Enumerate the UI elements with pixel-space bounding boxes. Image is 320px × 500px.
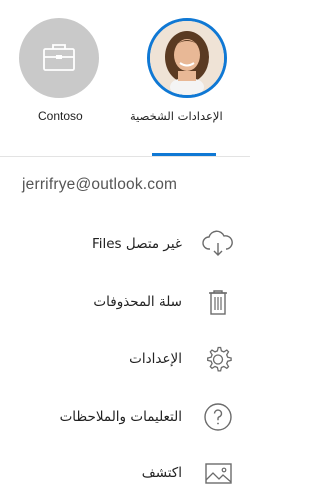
account-email: jerrifrye@outlook.com (22, 176, 178, 193)
briefcase-avatar (19, 18, 99, 98)
account-name: Contoso (38, 109, 83, 123)
account-contoso[interactable]: Contoso (19, 18, 109, 158)
menu-item-label: غير متصل Files (91, 236, 182, 252)
help-icon (201, 400, 235, 434)
account-name: الإعدادات الشخصية (130, 109, 223, 123)
divider (0, 156, 250, 157)
menu-item-discover[interactable]: اكتشف (0, 453, 250, 493)
menu-item-label: الإعدادات (129, 351, 182, 367)
menu-item-settings[interactable]: الإعدادات (0, 339, 250, 379)
menu-item-label: اكتشف (141, 465, 182, 481)
cloud-download-icon (201, 227, 235, 261)
image-icon (201, 456, 235, 490)
avatar (147, 18, 227, 98)
user-photo (150, 21, 224, 95)
account-personal[interactable]: الإعدادات الشخصية (130, 18, 232, 158)
gear-icon (201, 342, 235, 376)
menu-item-recycle-bin[interactable]: سلة المحذوفات (0, 282, 250, 322)
menu-item-offline-files[interactable]: غير متصل Files (0, 224, 250, 264)
menu-item-help-feedback[interactable]: التعليمات والملاحظات (0, 397, 250, 437)
menu-item-label: سلة المحذوفات (93, 294, 182, 310)
briefcase-icon (43, 44, 75, 71)
account-switcher: Contoso الإعدادات الشخصية (0, 0, 250, 157)
trash-icon (201, 285, 235, 319)
menu-item-label: التعليمات والملاحظات (59, 409, 182, 425)
